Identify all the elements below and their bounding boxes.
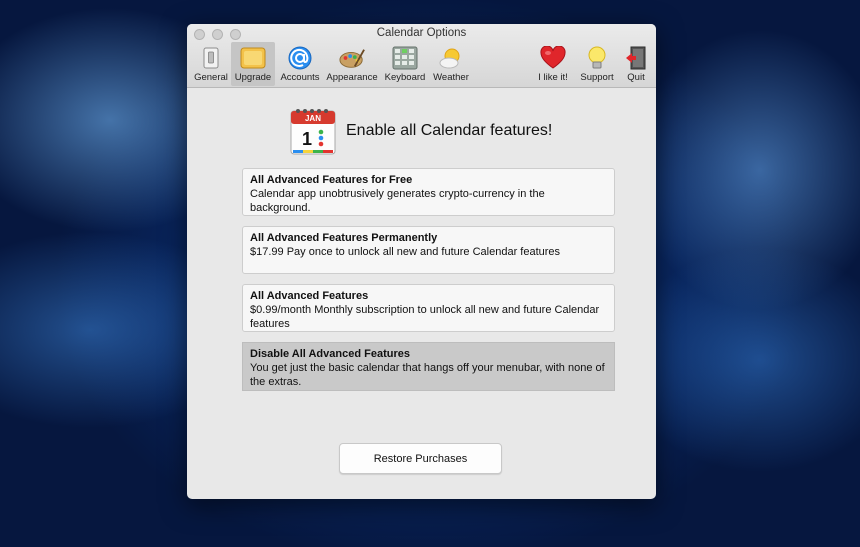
weather-icon — [438, 46, 464, 70]
window-title: Calendar Options — [376, 27, 467, 39]
restore-purchases-button[interactable]: Restore Purchases — [339, 443, 502, 474]
exit-door-icon — [623, 46, 649, 70]
heart-icon — [540, 46, 566, 70]
tab-i-like-it[interactable]: I like it! — [535, 42, 571, 86]
calendar-month-label: JAN — [305, 114, 321, 123]
upgrade-pane: JAN 1 Enable all Calendar features! All … — [187, 88, 656, 499]
tab-weather[interactable]: Weather — [429, 42, 473, 86]
option-subscription[interactable]: All Advanced Features $0.99/month Monthl… — [242, 284, 615, 332]
option-title: All Advanced Features — [250, 290, 369, 302]
calendar-app-icon: JAN 1 — [290, 109, 336, 155]
title-bar: Calendar Options General Upgrade Account… — [187, 24, 656, 88]
option-description: $17.99 Pay once to unlock all new and fu… — [250, 246, 561, 258]
option-disable[interactable]: Disable All Advanced Features You get ju… — [242, 342, 615, 391]
phone-icon — [198, 46, 224, 70]
calendar-day-label: 1 — [302, 129, 312, 149]
upgrade-icon — [240, 46, 266, 70]
hero-header: JAN 1 Enable all Calendar features! — [290, 107, 552, 155]
option-description: Calendar app unobtrusively generates cry… — [250, 188, 545, 214]
preferences-toolbar: General Upgrade Accounts Appearance Keyb… — [191, 42, 652, 86]
tab-general[interactable]: General — [193, 42, 229, 86]
palette-icon — [339, 46, 365, 70]
tab-appearance[interactable]: Appearance — [324, 42, 380, 86]
at-sign-icon — [287, 46, 313, 70]
calendar-options-window: Calendar Options General Upgrade Account… — [187, 24, 656, 499]
keyboard-icon — [392, 46, 418, 70]
option-title: Disable All Advanced Features — [250, 348, 410, 360]
option-free-crypto[interactable]: All Advanced Features for Free Calendar … — [242, 168, 615, 216]
option-permanent[interactable]: All Advanced Features Permanently $17.99… — [242, 226, 615, 274]
tab-support[interactable]: Support — [575, 42, 619, 86]
tab-accounts[interactable]: Accounts — [277, 42, 323, 86]
option-title: All Advanced Features Permanently — [250, 232, 438, 244]
tab-quit[interactable]: Quit — [621, 42, 651, 86]
option-title: All Advanced Features for Free — [250, 174, 413, 186]
lightbulb-icon — [584, 46, 610, 70]
tab-upgrade[interactable]: Upgrade — [231, 42, 275, 86]
hero-title: Enable all Calendar features! — [346, 122, 553, 139]
tab-keyboard[interactable]: Keyboard — [382, 42, 428, 86]
option-description: You get just the basic calendar that han… — [250, 362, 605, 388]
option-description: $0.99/month Monthly subscription to unlo… — [250, 304, 600, 330]
